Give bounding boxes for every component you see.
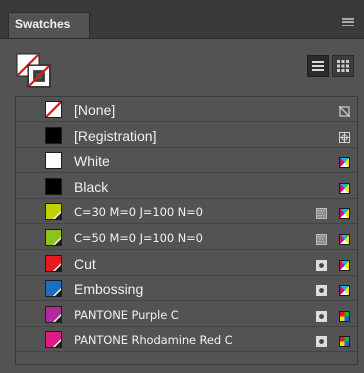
grid-view-button[interactable] — [332, 55, 354, 77]
cmyk-icon — [339, 283, 350, 297]
process-icon — [316, 232, 327, 245]
swatch-row[interactable]: White — [16, 148, 357, 174]
spot-icon — [316, 283, 327, 297]
swatch-chip — [45, 280, 62, 298]
process-icon — [316, 206, 327, 220]
swatch-name: C=30 M=0 J=100 N=0 — [74, 205, 203, 220]
swatch-name: PANTONE Purple C — [74, 307, 179, 322]
swatch-name: White — [74, 153, 110, 170]
tab-label: Swatches — [15, 17, 71, 31]
swatch-name: [Registration] — [74, 127, 157, 144]
swatch-row[interactable]: [None] — [16, 97, 357, 122]
swatch-chip — [45, 177, 62, 195]
none-swatch-chip — [45, 101, 62, 118]
panel-menu-icon[interactable] — [342, 18, 354, 26]
swatch-chip — [45, 203, 62, 221]
registration-icon — [339, 130, 350, 143]
swatch-row[interactable]: Black — [16, 174, 357, 199]
grid-view-icon — [337, 60, 349, 72]
swatch-list: [None] [Registration] White Black C=30 M=0 J… — [15, 96, 358, 365]
cmyk-icon — [339, 232, 350, 245]
spot-icon — [316, 309, 327, 322]
cmyk-icon — [339, 181, 350, 194]
none-disabled-icon — [338, 104, 351, 118]
cmyk-icon — [339, 258, 350, 271]
tab-swatches[interactable]: Swatches — [8, 12, 90, 38]
swatch-name: Cut — [74, 255, 96, 272]
rgb-icon — [339, 334, 350, 348]
swatch-chip — [45, 152, 62, 170]
swatch-row[interactable]: PANTONE Rhodamine Red C — [16, 327, 357, 353]
swatch-name: [None] — [74, 102, 116, 118]
swatch-chip — [45, 305, 62, 323]
swatch-name: Black — [74, 178, 109, 195]
fill-stroke-icon[interactable] — [16, 53, 54, 89]
swatch-name: C=50 M=0 J=100 N=0 — [74, 231, 203, 245]
cmyk-icon — [339, 206, 350, 220]
rgb-icon — [339, 309, 350, 322]
list-view-icon — [312, 61, 324, 71]
list-view-button[interactable] — [307, 55, 329, 77]
swatches-panel: Swatches [None] [Registration] White Bla… — [0, 0, 364, 373]
swatch-chip — [45, 229, 62, 246]
cmyk-icon — [339, 155, 350, 169]
swatch-row[interactable]: Embossing — [16, 276, 357, 302]
swatch-name: Embossing — [74, 281, 144, 298]
swatch-row[interactable]: C=50 M=0 J=100 N=0 — [16, 225, 357, 250]
swatch-chip — [45, 254, 62, 272]
panel-tab-bar: Swatches — [0, 0, 364, 39]
swatch-chip — [45, 126, 62, 144]
spot-icon — [316, 258, 327, 271]
swatch-row[interactable]: [Registration] — [16, 123, 357, 148]
swatch-name: PANTONE Rhodamine Red C — [74, 333, 233, 348]
spot-icon — [316, 334, 327, 348]
swatch-row[interactable]: Cut — [16, 251, 357, 276]
swatch-row[interactable]: C=30 M=0 J=100 N=0 — [16, 199, 357, 225]
swatch-row[interactable]: PANTONE Purple C — [16, 302, 357, 327]
swatch-chip — [45, 331, 62, 349]
